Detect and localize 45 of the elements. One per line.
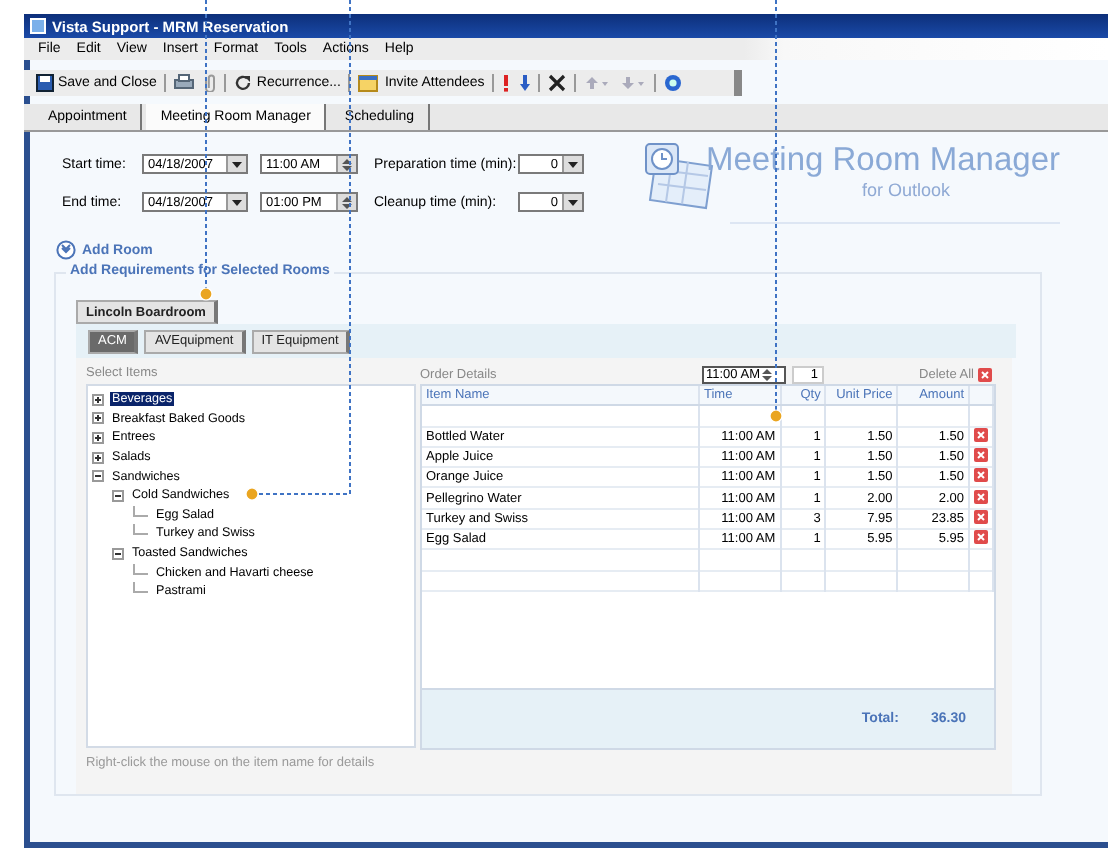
dropdown-arrow-icon xyxy=(568,161,578,167)
expand-toggle[interactable] xyxy=(92,451,104,464)
product-subtitle: for Outlook xyxy=(861,180,950,200)
up-arrow-dropdown-icon xyxy=(584,74,611,92)
exclamation-icon xyxy=(502,74,511,92)
spinner-arrows-icon xyxy=(340,157,354,171)
attach-button[interactable] xyxy=(202,72,219,94)
expand-toggle[interactable] xyxy=(92,412,104,425)
dropdown-arrow-icon xyxy=(232,199,242,205)
help-button[interactable] xyxy=(662,72,685,94)
calendar-people-icon xyxy=(358,74,381,92)
plus-box-icon xyxy=(92,451,104,464)
collapse-toggle[interactable] xyxy=(112,547,124,560)
plus-box-icon xyxy=(92,393,104,406)
circular-arrows-icon xyxy=(234,74,253,92)
spinner-arrows-icon xyxy=(759,368,774,382)
plus-box-icon xyxy=(92,412,104,425)
high-button[interactable] xyxy=(500,72,513,94)
minus-box-icon xyxy=(92,470,104,483)
print-button[interactable] xyxy=(172,72,197,94)
printer-icon xyxy=(174,74,195,92)
paperclip-icon xyxy=(204,74,217,92)
expand-toggle[interactable] xyxy=(92,431,104,444)
delete-row-icon[interactable] xyxy=(974,448,988,463)
add-circle-icon xyxy=(56,240,76,260)
help-icon xyxy=(664,74,683,92)
delete-row-icon[interactable] xyxy=(974,489,988,504)
delete-row-icon[interactable] xyxy=(974,468,988,483)
collapse-toggle[interactable] xyxy=(92,470,104,483)
dropdown-arrow-icon xyxy=(568,199,578,205)
product-title: Meeting Room Manager xyxy=(705,142,1060,180)
collapse-toggle[interactable] xyxy=(112,489,124,502)
spinner-arrows-icon xyxy=(340,195,354,209)
delete-row-icon[interactable] xyxy=(974,530,988,545)
down-arrow-icon xyxy=(520,74,531,92)
expand-toggle[interactable] xyxy=(92,393,104,406)
minus-box-icon xyxy=(112,489,124,502)
dropdown-arrow-icon xyxy=(232,161,242,167)
low-button[interactable] xyxy=(518,72,533,94)
delete-button[interactable] xyxy=(546,72,569,94)
close-icon xyxy=(548,74,567,92)
app-icon xyxy=(30,18,46,34)
down-arrow-dropdown-icon xyxy=(620,74,647,92)
plus-box-icon xyxy=(92,431,104,444)
minus-box-icon xyxy=(112,547,124,560)
